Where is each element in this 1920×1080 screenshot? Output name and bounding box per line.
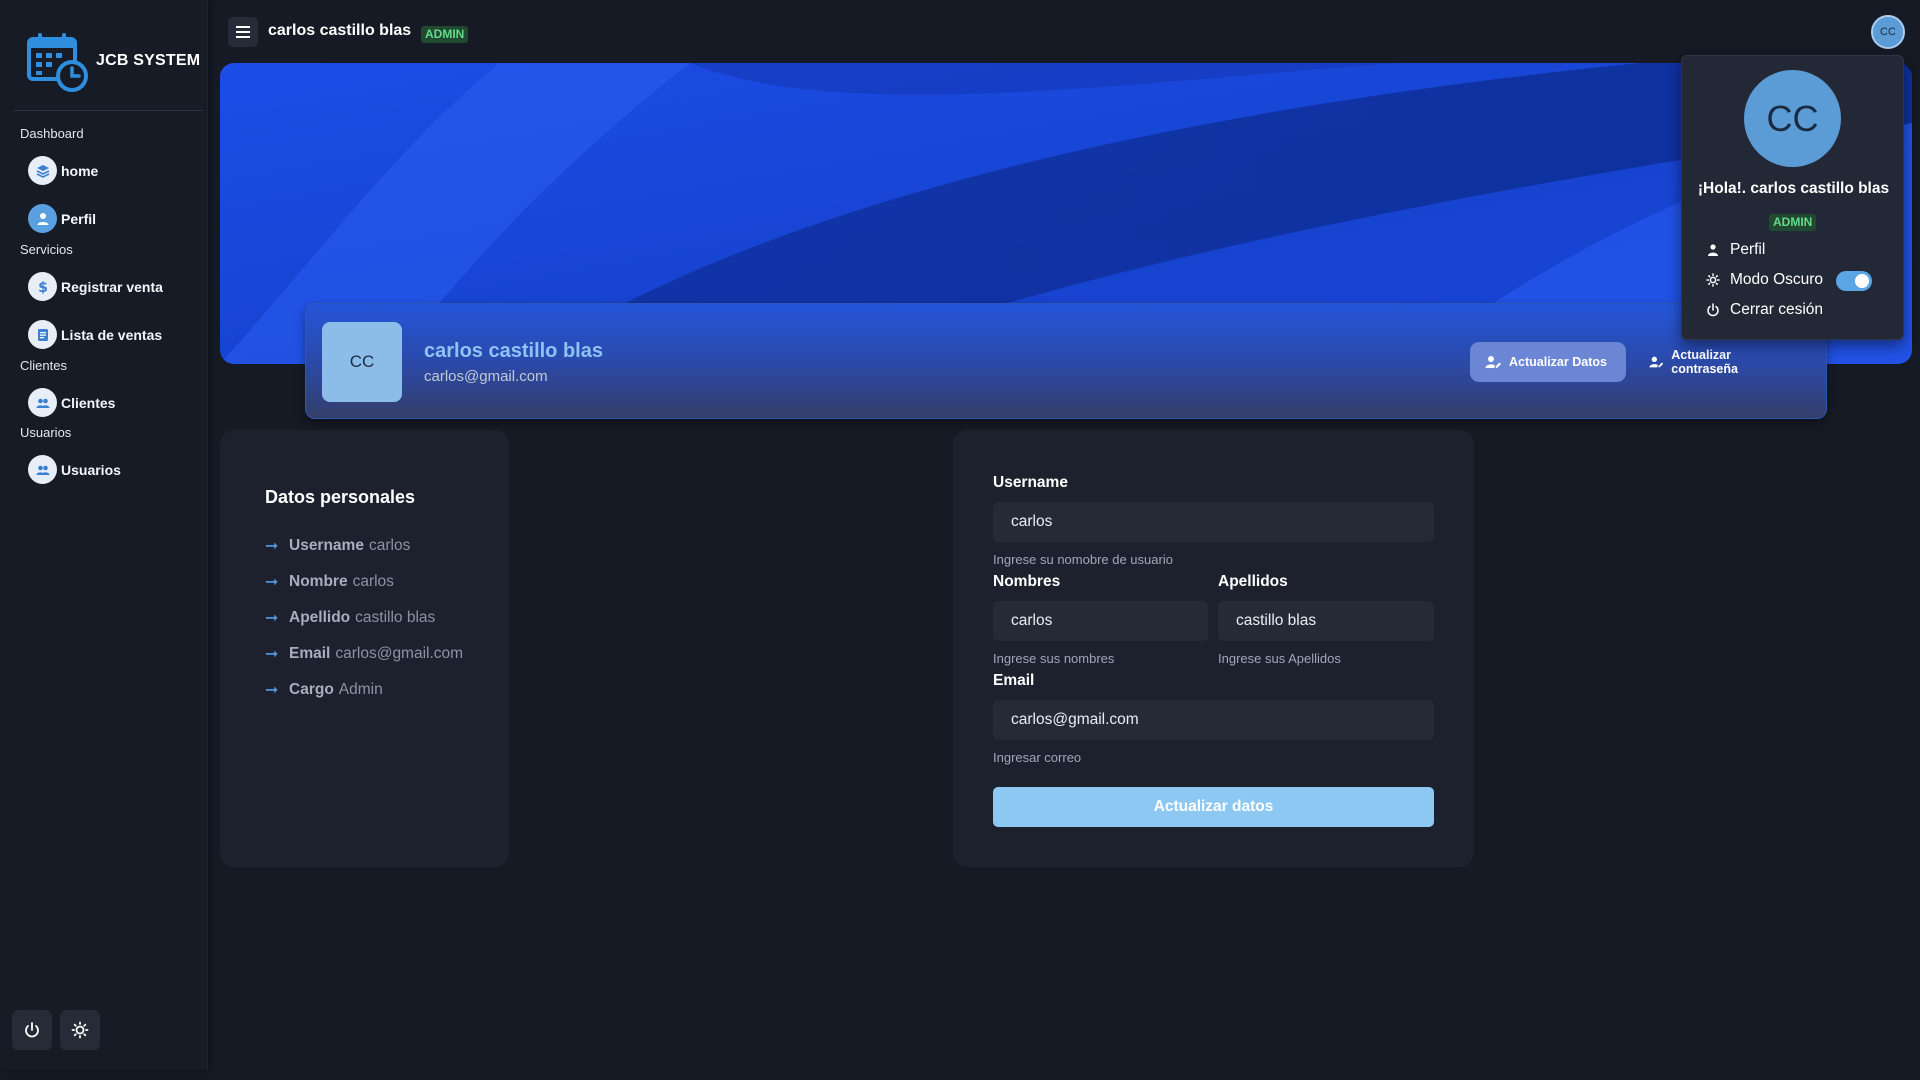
- submit-update-button[interactable]: Actualizar datos: [993, 787, 1434, 827]
- dropdown-item-label: Modo Oscuro: [1730, 271, 1824, 288]
- personal-data-row: ➞ Apellido castillo blas: [265, 608, 435, 628]
- arrow-right-icon: ➞: [265, 574, 279, 591]
- profile-avatar: CC: [322, 322, 402, 402]
- section-title-usuarios: Usuarios: [20, 425, 72, 440]
- users-icon: [28, 455, 57, 484]
- row-value: carlos: [368, 537, 411, 554]
- update-password-tab-button[interactable]: Actualizar contraseña: [1634, 342, 1802, 382]
- sidebar: JCB SYSTEM Dashboard home Perfil Servici…: [0, 0, 208, 1070]
- sun-icon: [71, 1021, 89, 1039]
- sidebar-item-label: Clientes: [61, 394, 116, 411]
- update-password-label: Actualizar contraseña: [1671, 348, 1738, 376]
- sidebar-item-usuarios[interactable]: Usuarios: [28, 455, 121, 484]
- arrow-right-icon: ➞: [265, 538, 279, 555]
- power-icon: [1707, 303, 1719, 317]
- sidebar-item-label: Perfil: [61, 210, 97, 227]
- apellidos-input[interactable]: [1218, 601, 1434, 641]
- user-avatar-button[interactable]: CC: [1871, 15, 1905, 49]
- email-help: Ingresar correo: [993, 750, 1082, 765]
- logout-button[interactable]: [12, 1010, 52, 1050]
- username-input[interactable]: [993, 502, 1434, 542]
- apellidos-help: Ingrese sus Apellidos: [1218, 651, 1341, 666]
- menu-toggle-button[interactable]: [228, 17, 258, 47]
- personal-data-row: ➞ Cargo Admin: [265, 680, 383, 700]
- username-label: Username: [993, 474, 1068, 491]
- sidebar-item-label: Usuarios: [61, 461, 121, 478]
- profile-email: carlos@gmail.com: [424, 368, 548, 385]
- arrow-right-icon: ➞: [265, 646, 279, 663]
- sidebar-item-label: home: [61, 162, 99, 179]
- nombres-label: Nombres: [993, 573, 1061, 590]
- role-badge: ADMIN: [1769, 214, 1817, 231]
- layers-icon: [28, 156, 57, 185]
- username-help: Ingrese su nomobre de usuario: [993, 552, 1173, 567]
- arrow-right-icon: ➞: [265, 610, 279, 627]
- hamburger-icon: [236, 26, 250, 38]
- profile-name: carlos castillo blas: [424, 340, 603, 362]
- sidebar-item-clientes[interactable]: Clientes: [28, 388, 115, 417]
- brand-name: JCB SYSTEM: [96, 52, 201, 69]
- sidebar-item-perfil[interactable]: Perfil: [28, 204, 96, 233]
- personal-data-card: Datos personales ➞ Username carlos ➞ Nom…: [220, 430, 509, 867]
- row-key: Cargo: [289, 681, 334, 698]
- user-edit-icon: [1485, 356, 1501, 369]
- user-edit-icon: [1649, 356, 1664, 368]
- divider: [14, 110, 204, 111]
- row-value: carlos: [352, 573, 394, 590]
- dropdown-avatar: CC: [1744, 70, 1841, 167]
- svg-text:$: $: [38, 280, 48, 295]
- dark-mode-toggle[interactable]: [1836, 271, 1872, 291]
- dropdown-item-perfil[interactable]: Perfil: [1706, 241, 1765, 259]
- sidebar-item-registrar-venta[interactable]: $ Registrar venta: [28, 272, 163, 301]
- toggle-knob: [1855, 274, 1869, 288]
- user-menu-dropdown: CC ¡Hola!. carlos castillo blas ADMIN Pe…: [1681, 55, 1904, 340]
- row-value: castillo blas: [355, 609, 436, 626]
- personal-data-row: ➞ Nombre carlos: [265, 572, 394, 592]
- nombres-help: Ingrese sus nombres: [993, 651, 1115, 666]
- row-key: Email: [289, 645, 331, 662]
- dollar-icon: $: [28, 272, 57, 301]
- user-icon: [1708, 244, 1718, 256]
- brand[interactable]: JCB SYSTEM: [26, 30, 200, 92]
- email-label: Email: [993, 672, 1035, 689]
- update-profile-form: Username Ingrese su nomobre de usuario N…: [953, 430, 1474, 867]
- update-data-tab-button[interactable]: Actualizar Datos: [1470, 342, 1626, 382]
- nombres-input[interactable]: [993, 601, 1208, 641]
- dropdown-item-dark-mode[interactable]: Modo Oscuro: [1706, 271, 1823, 289]
- row-key: Nombre: [289, 573, 348, 590]
- personal-data-row: ➞ Email carlos@gmail.com: [265, 644, 463, 664]
- section-title-servicios: Servicios: [20, 242, 73, 257]
- row-key: Apellido: [289, 609, 351, 626]
- row-key: Username: [289, 537, 364, 554]
- sidebar-item-lista-de-ventas[interactable]: Lista de ventas: [28, 320, 162, 349]
- section-title-dashboard: Dashboard: [20, 126, 84, 141]
- personal-data-title: Datos personales: [265, 487, 416, 507]
- sun-icon: [1706, 273, 1720, 287]
- sidebar-item-label: Lista de ventas: [61, 326, 163, 343]
- sidebar-item-label: Registrar venta: [61, 278, 163, 295]
- sidebar-item-home[interactable]: home: [28, 156, 98, 185]
- users-icon: [28, 388, 57, 417]
- user-icon: [28, 204, 57, 233]
- row-value: carlos@gmail.com: [335, 645, 464, 662]
- document-icon: [28, 320, 57, 349]
- section-title-clientes: Clientes: [20, 358, 67, 373]
- dropdown-item-label: Perfil: [1730, 241, 1766, 258]
- theme-button[interactable]: [60, 1010, 100, 1050]
- update-data-label: Actualizar Datos: [1509, 355, 1607, 369]
- dropdown-item-logout[interactable]: Cerrar cesión: [1706, 301, 1823, 319]
- email-field[interactable]: [993, 700, 1434, 740]
- role-badge: ADMIN: [421, 26, 469, 43]
- dropdown-greeting: ¡Hola!. carlos castillo blas: [1697, 180, 1890, 197]
- header-user-name: carlos castillo blas: [268, 22, 412, 39]
- personal-data-row: ➞ Username carlos: [265, 536, 410, 556]
- dropdown-item-label: Cerrar cesión: [1730, 301, 1824, 318]
- power-icon: [25, 1022, 39, 1038]
- calendar-clock-logo-icon: [27, 33, 88, 92]
- profile-card: CC carlos castillo blas carlos@gmail.com…: [305, 303, 1827, 419]
- row-value: Admin: [338, 681, 383, 698]
- arrow-right-icon: ➞: [265, 682, 279, 699]
- apellidos-label: Apellidos: [1218, 573, 1288, 590]
